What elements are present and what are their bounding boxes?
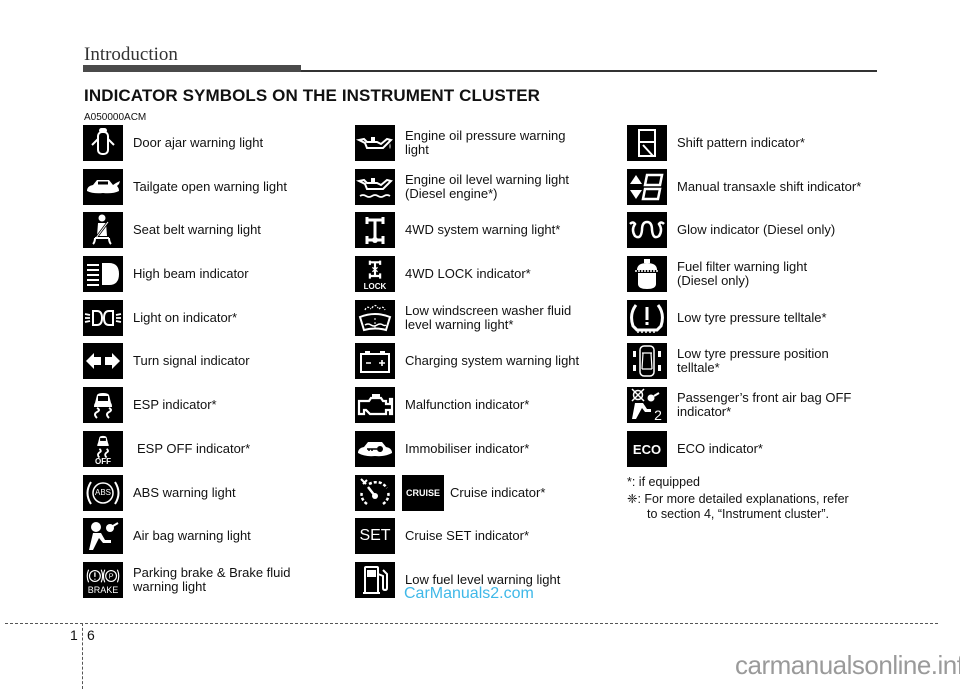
tyre-pressure-icon	[627, 300, 667, 336]
high-beam-icon	[83, 256, 123, 292]
indicator-label: Door ajar warning light	[133, 135, 264, 150]
footer-divider	[5, 623, 938, 624]
immobiliser-icon	[355, 431, 395, 467]
turn-signal-icon	[83, 343, 123, 379]
abs-icon: ABS	[83, 475, 123, 511]
4wd-system-icon	[355, 212, 395, 248]
tyre-position-icon	[627, 343, 667, 379]
indicator-label: 4WD system warning light*	[405, 222, 561, 237]
indicator-label: Glow indicator (Diesel only)	[677, 222, 836, 237]
esp-off-icon: OFF	[83, 431, 123, 467]
indicator-label: ESP indicator*	[133, 397, 217, 412]
indicator-label: Charging system warning light	[405, 353, 580, 368]
air-bag-icon	[83, 518, 123, 554]
indicator-label: Engine oil pressure warning light	[405, 128, 566, 157]
svg-text:P: P	[109, 572, 114, 581]
header-section-title: Introduction	[84, 44, 178, 65]
cruise-icon	[355, 475, 395, 511]
header-rule-thick	[83, 65, 301, 72]
light-on-icon	[83, 300, 123, 336]
oil-pressure-icon	[355, 125, 395, 161]
tailgate-open-icon	[83, 169, 123, 205]
indicator-label: Seat belt warning light	[133, 222, 261, 237]
indicator-label: Manual transaxle shift indicator*	[677, 179, 862, 194]
oil-level-icon	[355, 169, 395, 205]
indicator-label: 4WD LOCK indicator*	[405, 266, 531, 281]
indicator-label: Turn signal indicator	[133, 353, 250, 368]
esp-icon	[83, 387, 123, 423]
indicator-label: Engine oil level warning light (Diesel e…	[405, 172, 570, 201]
note-refer-line2: to section 4, “Instrument cluster”.	[647, 507, 830, 521]
page-title: INDICATOR SYMBOLS ON THE INSTRUMENT CLUS…	[84, 86, 541, 105]
indicator-label: ABS warning light	[133, 485, 236, 500]
note-if-equipped: *: if equipped	[627, 475, 700, 489]
svg-text:2: 2	[654, 407, 662, 423]
door-ajar-icon	[83, 125, 123, 161]
indicator-label: Low tyre pressure position telltale*	[677, 346, 829, 375]
engine-malfunction-icon	[355, 387, 395, 423]
brake-icon: P BRAKE	[83, 562, 123, 598]
4wd-lock-icon: LOCK	[355, 256, 395, 292]
header-rule-thin	[301, 70, 877, 72]
indicator-label: Immobiliser indicator*	[405, 441, 530, 456]
footer-vertical-divider	[82, 623, 83, 689]
page-number: 6	[87, 627, 95, 643]
indicator-label: Low tyre pressure telltale*	[677, 310, 827, 325]
brake-text: BRAKE	[87, 585, 119, 595]
indicator-label: Parking brake & Brake fluid warning ligh…	[133, 565, 291, 594]
seat-belt-icon	[83, 212, 123, 248]
4wd-lock-text: LOCK	[363, 281, 387, 291]
section-number: 1	[70, 627, 78, 643]
eco-icon: ECO	[627, 431, 667, 467]
glow-plug-icon	[627, 212, 667, 248]
cruise-text-icon: CRUISE	[402, 475, 444, 511]
manual-shift-icon	[627, 169, 667, 205]
note-refer-line1: ❈: For more detailed explanations, refer	[627, 492, 849, 506]
cruise-set-icon: SET	[355, 518, 395, 554]
indicator-label: Air bag warning light	[133, 528, 251, 543]
washer-fluid-icon	[355, 300, 395, 336]
passenger-airbag-off-icon: 2	[627, 387, 667, 423]
watermark-carmanualsonline[interactable]: carmanualsonline.info	[735, 650, 960, 681]
abs-text: ABS	[94, 488, 111, 497]
indicator-label: High beam indicator	[133, 266, 249, 281]
indicator-label: Malfunction indicator*	[405, 397, 530, 412]
watermark-carmanuals2[interactable]: CarManuals2.com	[404, 585, 534, 603]
indicator-label: Light on indicator*	[133, 310, 238, 325]
indicator-label: Fuel filter warning light (Diesel only)	[677, 259, 808, 288]
low-fuel-icon	[355, 562, 395, 598]
indicator-label: ESP OFF indicator*	[137, 441, 251, 456]
esp-off-text: OFF	[95, 456, 111, 466]
indicator-label: Cruise SET indicator*	[405, 528, 530, 543]
battery-icon	[355, 343, 395, 379]
section-code: A050000ACM	[84, 112, 147, 123]
indicator-label: Passenger’s front air bag OFF indicator*	[677, 390, 852, 419]
indicator-label: Cruise indicator*	[450, 485, 546, 500]
indicator-label: Low windscreen washer fluid level warnin…	[405, 303, 572, 332]
shift-pattern-icon	[627, 125, 667, 161]
indicator-label: ECO indicator*	[677, 441, 763, 456]
indicator-label: Shift pattern indicator*	[677, 135, 805, 150]
indicator-label: Tailgate open warning light	[133, 179, 287, 194]
fuel-filter-icon	[627, 256, 667, 292]
